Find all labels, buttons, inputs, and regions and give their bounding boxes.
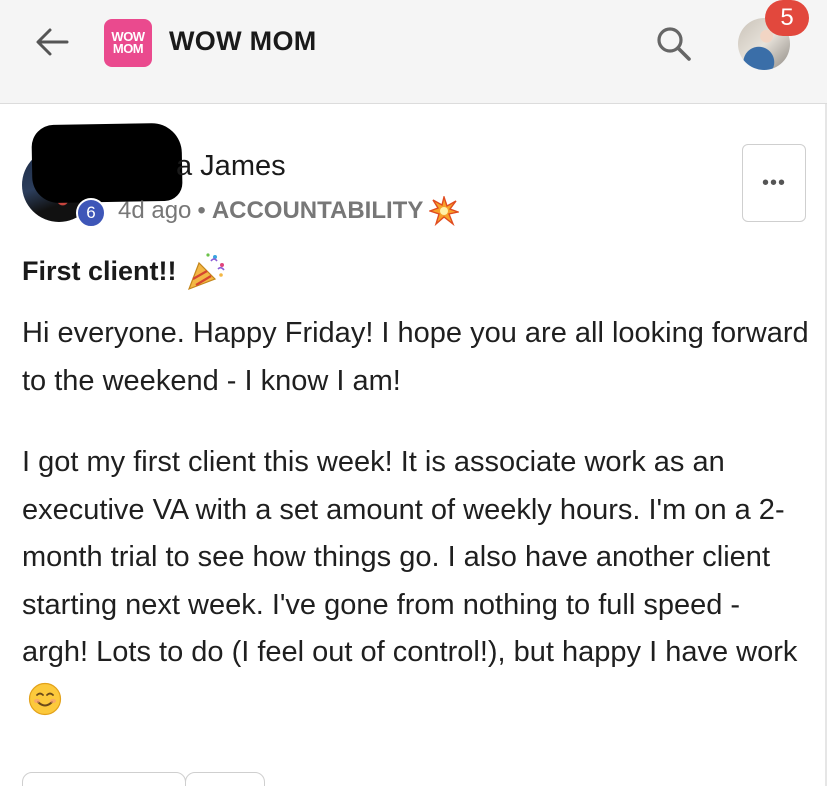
post-body: Hi everyone. Happy Friday! I hope you ar… [22,310,812,724]
post-paragraph-text: I got my first client this week! It is a… [22,446,798,668]
search-button[interactable] [650,20,698,68]
more-options-icon: ••• [761,171,786,194]
post-time: 4d ago [118,197,192,224]
notification-badge[interactable]: 5 [765,0,809,36]
back-arrow-icon [36,28,69,56]
top-bar: WOW MOM WOW MOM 5 [0,0,827,104]
comment-button[interactable] [185,772,265,786]
post-paragraph-last: I got my first client this week! It is a… [22,439,812,724]
party-popper-emoji-icon [187,253,225,291]
post-category[interactable]: ACCOUNTABILITY [212,197,424,225]
more-options-button[interactable]: ••• [742,144,806,222]
smiling-face-emoji-icon [28,682,62,715]
app-title[interactable]: WOW MOM [169,26,317,57]
author-level-badge: 6 [76,198,106,228]
like-button[interactable] [22,772,186,786]
post-paragraph: Hi everyone. Happy Friday! I hope you ar… [22,317,809,397]
author-name[interactable]: a James [176,150,286,183]
collision-emoji-icon [429,196,460,226]
post-title-text: First client!! [22,255,177,286]
post-title: First client!! [22,251,227,291]
app-logo[interactable]: WOW MOM [104,19,152,67]
redaction-mark [31,122,183,204]
logo-line-2: MOM [112,41,144,56]
back-button[interactable] [30,22,74,62]
meta-separator: • [197,197,206,224]
search-icon [657,27,691,61]
post-meta: 4d ago • ACCOUNTABILITY [118,196,460,226]
